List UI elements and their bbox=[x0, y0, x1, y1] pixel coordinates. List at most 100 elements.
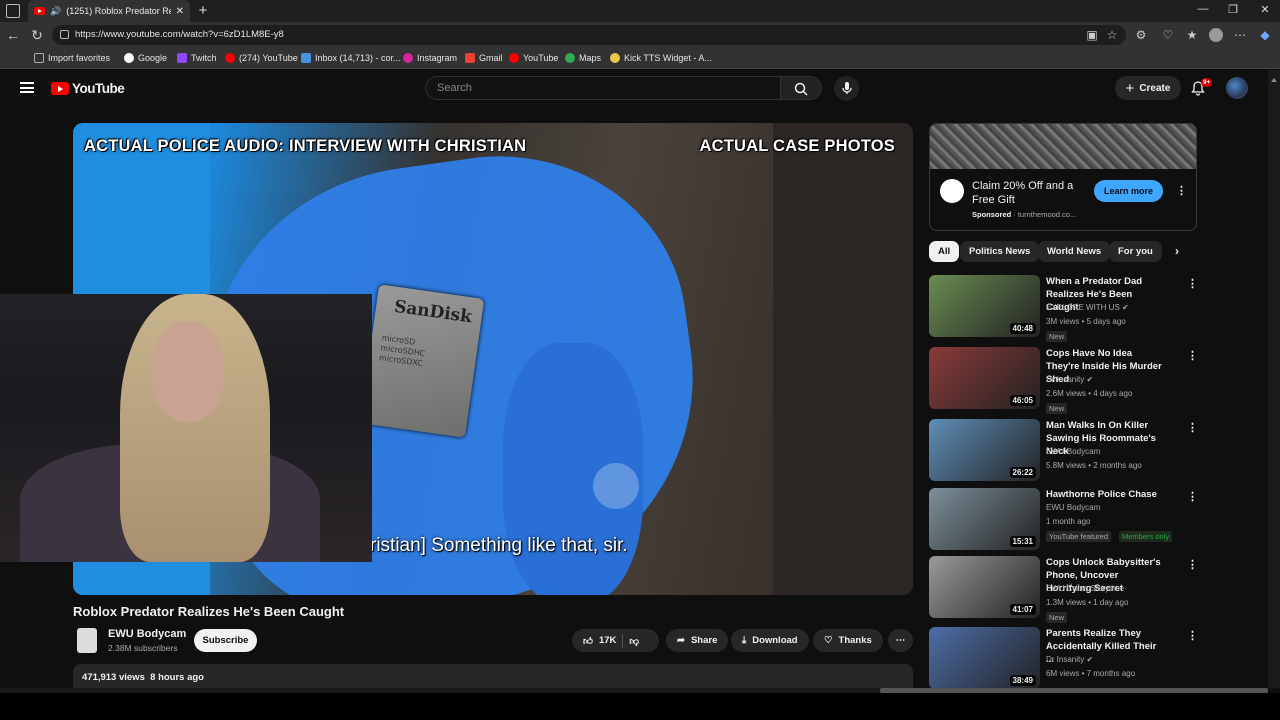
recommendation-thumbnail[interactable]: 15:31 bbox=[929, 488, 1040, 550]
search-button[interactable] bbox=[781, 76, 822, 100]
close-tab-icon[interactable]: ✕ bbox=[176, 6, 184, 17]
more-horizontal-icon: ⋯ bbox=[895, 635, 906, 646]
overlay-right-title: ACTUAL CASE PHOTOS bbox=[699, 137, 895, 155]
extensions-icon[interactable]: ⚙ bbox=[1134, 28, 1148, 42]
recommendation-channel[interactable]: EXPLORE WITH US ✔ bbox=[1046, 303, 1129, 312]
profile-icon[interactable] bbox=[1209, 28, 1223, 42]
recommendation-thumbnail[interactable]: 38:49 bbox=[929, 627, 1040, 689]
recommendation-item[interactable]: 46:05 Cops Have No Idea They're Inside Hi… bbox=[929, 347, 1269, 414]
menu-icon[interactable] bbox=[20, 82, 34, 93]
site-info-icon[interactable] bbox=[60, 30, 69, 39]
bookmark-gmail[interactable]: Gmail bbox=[465, 53, 503, 63]
chip-all[interactable]: All bbox=[929, 241, 960, 262]
new-tab-button[interactable]: + bbox=[195, 2, 211, 19]
sd-card-adapter: SanDisk microSD microSDHC microSDXC bbox=[359, 284, 485, 438]
recommendation-more-icon[interactable]: ⋮ bbox=[1187, 558, 1198, 571]
back-button[interactable]: ← bbox=[4, 27, 22, 43]
bookmark-instagram[interactable]: Instagram bbox=[403, 53, 457, 63]
recommendation-item[interactable]: 41:07 Cops Unlock Babysitter's Phone, Unc… bbox=[929, 556, 1269, 623]
share-label: Share bbox=[690, 635, 718, 646]
recommendation-channel[interactable]: EWU Crime Storytime bbox=[1046, 584, 1124, 593]
chip-politics-news[interactable]: Politics News bbox=[960, 241, 1040, 262]
recommendation-more-icon[interactable]: ⋮ bbox=[1187, 421, 1198, 434]
recommendation-item[interactable]: 40:48 When a Predator Dad Realizes He's B… bbox=[929, 275, 1269, 342]
recommendation-more-icon[interactable]: ⋮ bbox=[1187, 629, 1198, 642]
kick-icon bbox=[610, 53, 620, 63]
bookmark-twitch[interactable]: Twitch bbox=[177, 53, 217, 63]
recommendation-channel[interactable]: EWU Bodycam bbox=[1046, 447, 1100, 456]
channel-name: EXPLORE WITH US bbox=[1046, 303, 1120, 312]
video-duration: 15:31 bbox=[1009, 536, 1036, 547]
bookmark-inbox[interactable]: Inbox (14,713) - cor... bbox=[301, 53, 401, 63]
account-avatar[interactable] bbox=[1226, 77, 1248, 99]
download-button[interactable]: ⤓ Download bbox=[731, 629, 809, 652]
video-duration: 26:22 bbox=[1009, 467, 1036, 478]
create-label: Create bbox=[1139, 82, 1171, 94]
channel-avatar[interactable] bbox=[77, 628, 97, 653]
browser-tab[interactable]: 🔊 (1251) Roblox Predator Real ✕ bbox=[28, 0, 190, 22]
recommendation-channel[interactable]: Dr Insanity ✔ bbox=[1046, 375, 1093, 384]
bookmark-import-favorites[interactable]: Import favorites bbox=[34, 53, 110, 63]
sponsored-ad[interactable]: Claim 20% Off and a Free Gift Sponsored … bbox=[929, 123, 1197, 231]
like-button[interactable]: 👍︎ 17K bbox=[583, 635, 616, 647]
recommendation-item[interactable]: 26:22 Man Walks In On Killer Sawing His R… bbox=[929, 419, 1269, 483]
scroll-up-arrow-icon[interactable] bbox=[1271, 78, 1277, 82]
vertical-scrollbar[interactable] bbox=[1268, 70, 1280, 688]
download-label: Download bbox=[752, 635, 798, 646]
bookmark-label: Gmail bbox=[479, 53, 503, 63]
recommendation-channel[interactable]: Dr Insanity ✔ bbox=[1046, 655, 1093, 664]
share-button[interactable]: ➦ Share bbox=[666, 629, 729, 652]
bookmark-youtube[interactable]: YouTube bbox=[509, 53, 558, 63]
minimize-button[interactable]: — bbox=[1188, 3, 1218, 15]
window-menu-icon[interactable] bbox=[6, 4, 20, 18]
recommendation-meta: 2.6M views • 4 days ago bbox=[1046, 389, 1133, 398]
overlay-left-title: ACTUAL POLICE AUDIO: INTERVIEW WITH CHRI… bbox=[84, 137, 527, 155]
video-duration: 38:49 bbox=[1009, 675, 1036, 686]
bookmark-youtube-274[interactable]: (274) YouTube bbox=[225, 53, 298, 63]
recommendation-title[interactable]: Hawthorne Police Chase bbox=[1046, 488, 1166, 501]
recommendation-thumbnail[interactable]: 41:07 bbox=[929, 556, 1040, 618]
webcam-overlay bbox=[0, 294, 372, 562]
browser-essentials-icon[interactable]: ♡ bbox=[1161, 28, 1175, 42]
maximize-button[interactable]: ❐ bbox=[1218, 3, 1248, 16]
channel-name[interactable]: EWU Bodycam bbox=[108, 628, 186, 640]
recommendation-more-icon[interactable]: ⋮ bbox=[1187, 277, 1198, 290]
bookmark-maps[interactable]: Maps bbox=[565, 53, 601, 63]
favorite-star-icon[interactable]: ☆ bbox=[1105, 28, 1119, 42]
bookmark-kick-tts[interactable]: Kick TTS Widget - A... bbox=[610, 53, 712, 63]
ad-title[interactable]: Claim 20% Off and a Free Gift bbox=[972, 179, 1087, 207]
thanks-button[interactable]: ♡ Thanks bbox=[813, 629, 883, 652]
ad-more-icon[interactable]: ⋮ bbox=[1176, 184, 1187, 197]
recommendation-channel[interactable]: EWU Bodycam bbox=[1046, 503, 1100, 512]
bookmark-google[interactable]: Google bbox=[124, 53, 167, 63]
outlook-icon bbox=[301, 53, 311, 63]
speaker-icon[interactable]: 🔊 bbox=[50, 6, 61, 17]
learn-more-button[interactable]: Learn more bbox=[1094, 180, 1163, 202]
search-input[interactable]: Search bbox=[425, 76, 781, 100]
more-menu-icon[interactable]: ⋯ bbox=[1233, 28, 1247, 42]
recommendation-meta: 1 month ago bbox=[1046, 517, 1091, 526]
chips-next-chevron-icon[interactable]: › bbox=[1175, 244, 1179, 258]
copilot-icon[interactable]: ◆ bbox=[1258, 28, 1272, 42]
more-actions-button[interactable]: ⋯ bbox=[888, 629, 913, 652]
create-button[interactable]: + Create bbox=[1115, 76, 1181, 100]
chip-world-news[interactable]: World News bbox=[1038, 241, 1111, 262]
recommendation-item[interactable]: 15:31 Hawthorne Police Chase EWU Bodycam 1 … bbox=[929, 488, 1269, 552]
recommendation-more-icon[interactable]: ⋮ bbox=[1187, 349, 1198, 362]
url-field[interactable]: https://www.youtube.com/watch?v=6zD1LM8E… bbox=[52, 25, 1126, 45]
close-window-button[interactable]: ✕ bbox=[1250, 3, 1280, 16]
recommendation-thumbnail[interactable]: 46:05 bbox=[929, 347, 1040, 409]
voice-search-button[interactable] bbox=[834, 76, 859, 101]
recommendation-thumbnail[interactable]: 26:22 bbox=[929, 419, 1040, 481]
chip-for-you[interactable]: For you bbox=[1109, 241, 1162, 262]
recommendation-thumbnail[interactable]: 40:48 bbox=[929, 275, 1040, 337]
subscribe-button[interactable]: Subscribe bbox=[194, 629, 257, 652]
youtube-logo[interactable]: YouTube bbox=[51, 81, 125, 96]
app-install-icon[interactable]: ▣ bbox=[1085, 28, 1099, 42]
video-title: Roblox Predator Realizes He's Been Caugh… bbox=[73, 604, 345, 619]
reload-button[interactable]: ↻ bbox=[28, 27, 46, 44]
recommendation-more-icon[interactable]: ⋮ bbox=[1187, 490, 1198, 503]
favorites-icon[interactable]: ★ bbox=[1185, 28, 1199, 42]
dislike-button[interactable]: 👎︎ bbox=[629, 635, 639, 647]
recommendation-item[interactable]: 38:49 Parents Realize They Accidentally K… bbox=[929, 627, 1269, 691]
